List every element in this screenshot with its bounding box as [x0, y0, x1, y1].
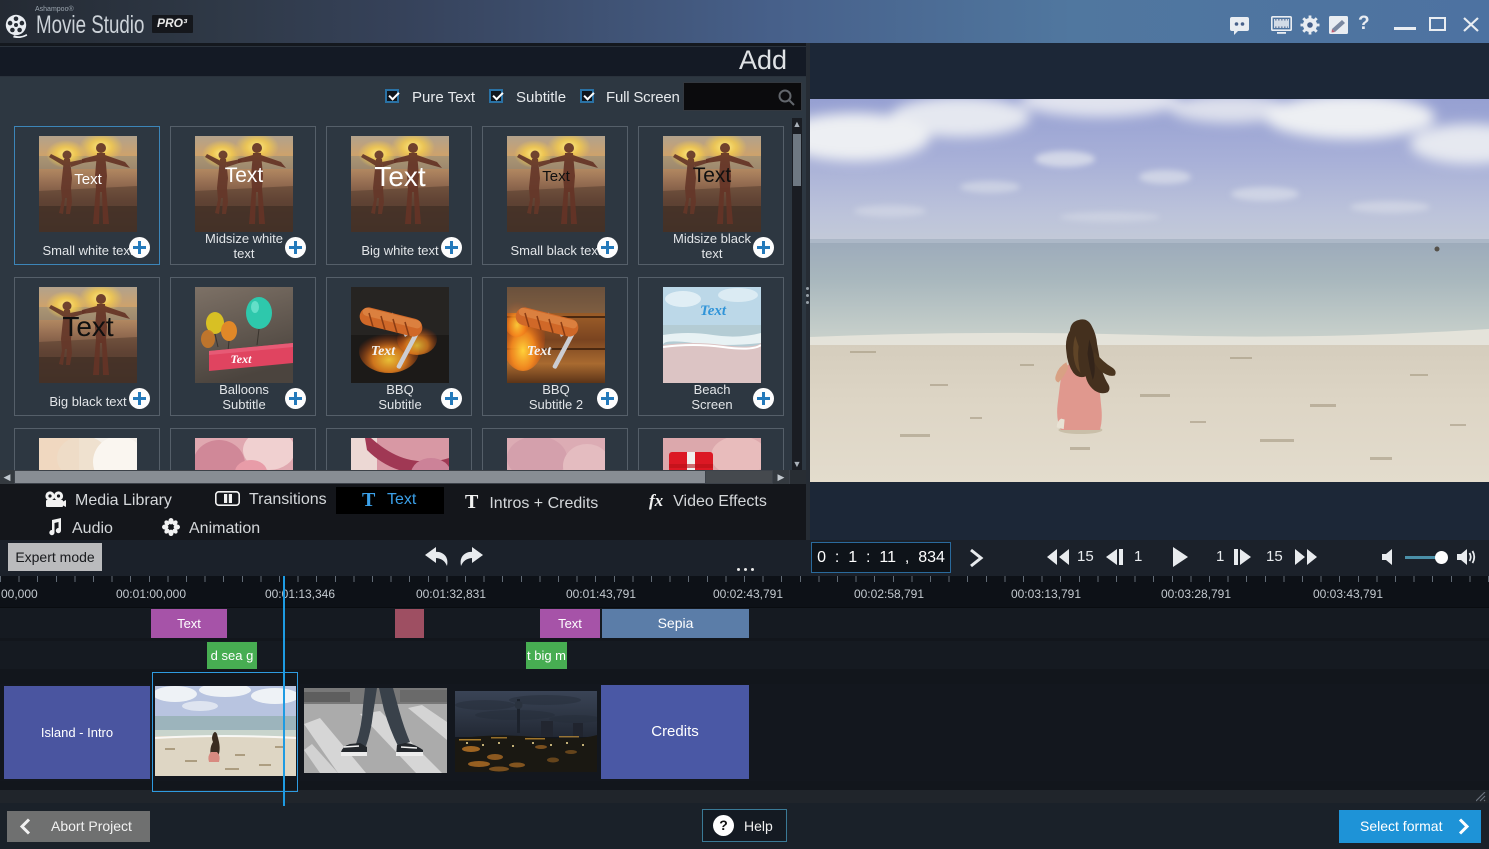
- svg-text:Text: Text: [700, 303, 727, 319]
- svg-text:Text: Text: [371, 344, 396, 359]
- svg-text:Text: Text: [231, 352, 253, 366]
- svg-text:Text: Text: [527, 344, 552, 359]
